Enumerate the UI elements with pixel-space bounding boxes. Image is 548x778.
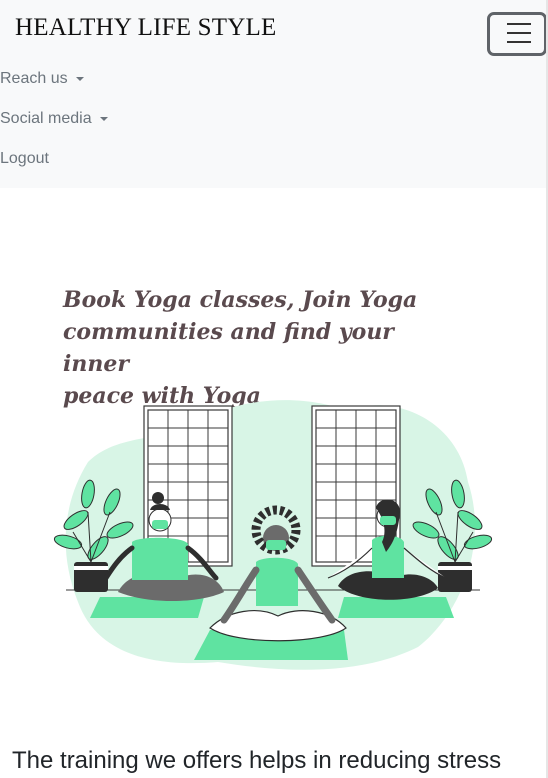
yoga-class-illustration bbox=[53, 400, 493, 670]
intro-paragraph: The training we offers helps in reducing… bbox=[12, 747, 502, 774]
nav-item-logout[interactable]: Logout bbox=[0, 150, 49, 168]
hamburger-icon bbox=[507, 23, 531, 25]
navbar-toggler-button[interactable] bbox=[487, 12, 547, 56]
yoga-mat-right bbox=[338, 597, 454, 618]
top-navbar: HEALTHY LIFE STYLE Reach us Social media… bbox=[0, 0, 547, 188]
hamburger-icon-bar bbox=[507, 41, 531, 43]
nav-item-label: Social media bbox=[0, 110, 92, 127]
hamburger-icon-bar bbox=[507, 32, 531, 34]
headline-line: communities and find your inner bbox=[63, 319, 394, 377]
caret-down-icon bbox=[75, 77, 84, 81]
caret-down-icon bbox=[99, 117, 108, 121]
nav-item-social-media[interactable]: Social media bbox=[0, 110, 108, 128]
nav-item-label: Logout bbox=[0, 150, 49, 167]
headline-line: Book Yoga classes, Join Yoga bbox=[63, 287, 418, 313]
nav-item-label: Reach us bbox=[0, 70, 68, 87]
navbar-brand[interactable]: HEALTHY LIFE STYLE bbox=[15, 14, 276, 42]
nav-item-reach-us[interactable]: Reach us bbox=[0, 70, 84, 88]
